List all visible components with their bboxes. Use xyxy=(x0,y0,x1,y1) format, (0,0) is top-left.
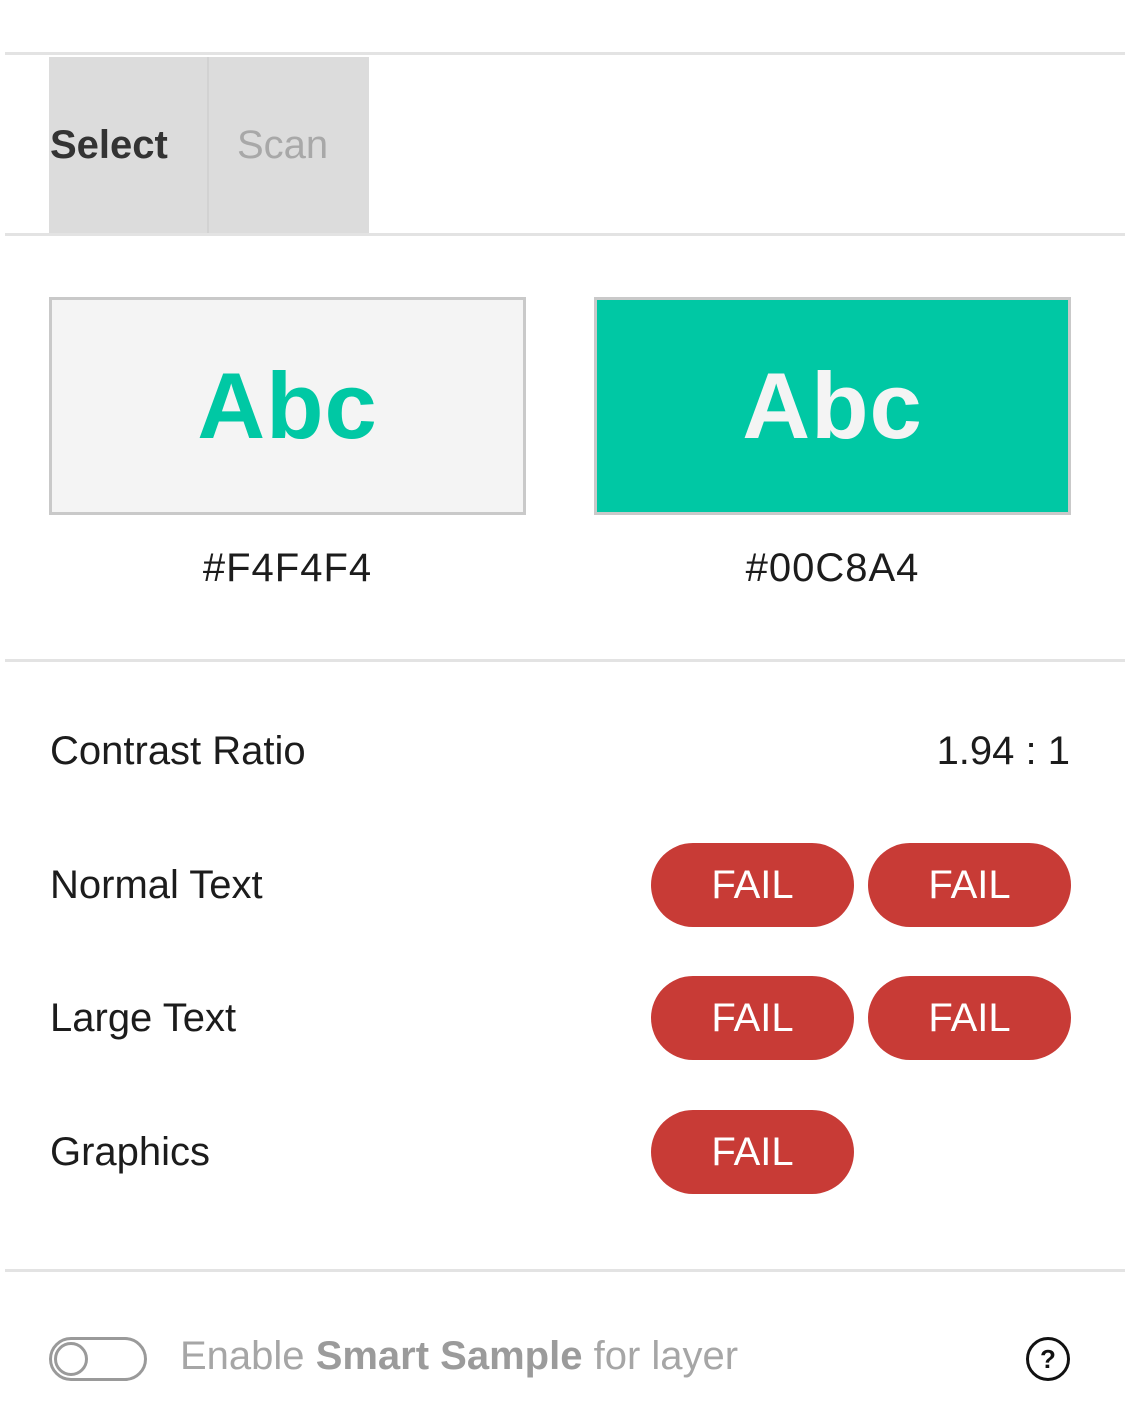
toggle-knob xyxy=(54,1342,88,1376)
mode-tabs: Select Scan xyxy=(49,57,369,233)
contrast-ratio-label: Contrast Ratio xyxy=(50,729,306,773)
tabs-divider xyxy=(5,233,1125,236)
background-color-swatch[interactable]: Abc xyxy=(49,297,526,515)
foreground-hex[interactable]: #00C8A4 xyxy=(594,546,1071,591)
foreground-sample-text: Abc xyxy=(742,353,923,458)
foreground-color-swatch[interactable]: Abc xyxy=(594,297,1071,515)
large-text-aa-badge: FAIL xyxy=(651,976,854,1060)
smart-sample-label: Enable Smart Sample for layer xyxy=(180,1334,738,1379)
top-divider xyxy=(5,52,1125,55)
help-icon[interactable]: ? xyxy=(1026,1337,1070,1381)
large-text-label: Large Text xyxy=(50,996,237,1040)
swatches-divider xyxy=(5,659,1125,662)
smart-sample-toggle[interactable] xyxy=(49,1337,147,1381)
background-hex[interactable]: #F4F4F4 xyxy=(49,546,526,591)
graphics-aa-badge: FAIL xyxy=(651,1110,854,1194)
large-text-aaa-badge: FAIL xyxy=(868,976,1071,1060)
smart-sample-enable-text: Enable xyxy=(180,1334,305,1378)
normal-text-aaa-badge: FAIL xyxy=(868,843,1071,927)
tab-select[interactable]: Select xyxy=(49,57,209,233)
normal-text-label: Normal Text xyxy=(50,863,263,907)
graphics-label: Graphics xyxy=(50,1130,211,1174)
contrast-ratio-value: 1.94 : 1 xyxy=(936,729,1070,773)
footer-divider xyxy=(5,1269,1125,1272)
normal-text-aa-badge: FAIL xyxy=(651,843,854,927)
smart-sample-name: Smart Sample xyxy=(315,1334,583,1378)
background-sample-text: Abc xyxy=(197,353,378,458)
smart-sample-suffix: for layer xyxy=(593,1334,739,1378)
tab-scan[interactable]: Scan xyxy=(209,57,369,233)
